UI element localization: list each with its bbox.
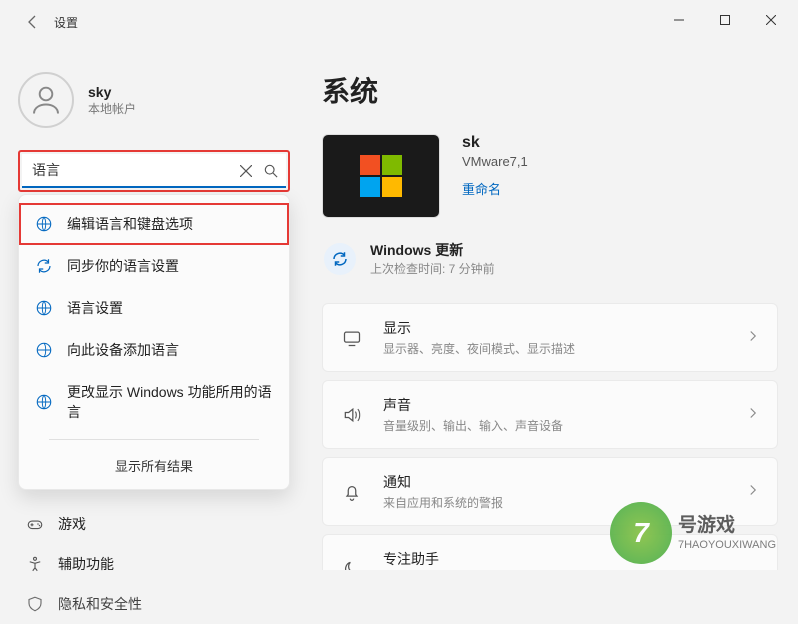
app-title: 设置	[54, 14, 78, 31]
sidebar: sky 本地帐户 编辑语言和键盘选项 同步你的语言设置	[0, 32, 300, 570]
device-thumbnail	[322, 134, 440, 218]
language-keyboard-icon	[35, 215, 53, 233]
search-result-sync-language[interactable]: 同步你的语言设置	[19, 245, 289, 287]
settings-card-display[interactable]: 显示 显示器、亮度、夜间模式、显示描述	[322, 303, 778, 372]
moon-icon	[341, 558, 363, 571]
search-results-dropdown: 编辑语言和键盘选项 同步你的语言设置 语言设置 向此设备添加语言 更改显示 Wi…	[18, 194, 290, 490]
card-title: 显示	[383, 318, 727, 338]
sidebar-item-label: 辅助功能	[58, 554, 114, 574]
device-info: sk VMware7,1 重命名	[322, 134, 778, 218]
chevron-right-icon	[747, 329, 759, 347]
update-subtitle: 上次检查时间: 7 分钟前	[370, 260, 495, 277]
sidebar-item-gaming[interactable]: 游戏	[18, 504, 290, 544]
language-display-icon	[35, 393, 53, 411]
sound-icon	[341, 404, 363, 426]
display-icon	[341, 327, 363, 349]
sidebar-item-accessibility[interactable]: 辅助功能	[18, 544, 290, 584]
user-subtitle: 本地帐户	[88, 100, 136, 117]
clear-icon[interactable]	[240, 165, 252, 177]
update-title: Windows 更新	[370, 240, 495, 260]
shield-icon	[26, 595, 44, 613]
search-result-edit-language-keyboard[interactable]: 编辑语言和键盘选项	[19, 203, 289, 245]
card-title: 通知	[383, 472, 727, 492]
sidebar-item-privacy[interactable]: 隐私和安全性	[18, 584, 290, 624]
card-subtitle: 显示器、亮度、夜间模式、显示描述	[383, 340, 727, 357]
language-icon	[35, 299, 53, 317]
settings-card-notifications[interactable]: 通知 来自应用和系统的警报	[322, 457, 778, 526]
card-subtitle: 来自应用和系统的警报	[383, 494, 727, 511]
search-box-highlight	[18, 150, 290, 192]
search-result-change-display-language[interactable]: 更改显示 Windows 功能所用的语言	[19, 371, 289, 433]
accessibility-icon	[26, 555, 44, 573]
avatar	[18, 72, 74, 128]
card-subtitle: 音量级别、输出、输入、声音设备	[383, 417, 727, 434]
search-result-add-language[interactable]: 向此设备添加语言	[19, 329, 289, 371]
divider	[49, 439, 259, 440]
bell-icon	[341, 481, 363, 503]
settings-card-focus-assist[interactable]: 专注助手 通知、自动规则	[322, 534, 778, 570]
search-result-label: 语言设置	[67, 298, 273, 318]
search-result-label: 同步你的语言设置	[67, 256, 273, 276]
show-all-results[interactable]: 显示所有结果	[19, 446, 289, 483]
sync-icon	[35, 257, 53, 275]
search-result-label: 向此设备添加语言	[67, 340, 273, 360]
chevron-right-icon	[747, 483, 759, 501]
search-input[interactable]	[32, 162, 228, 178]
gamepad-icon	[26, 515, 44, 533]
update-icon	[324, 243, 356, 275]
language-add-icon	[35, 341, 53, 359]
main-content: 系统 sk VMware7,1 重命名 Windows 更新 上次检查时间: 7…	[300, 32, 798, 570]
user-block[interactable]: sky 本地帐户	[18, 72, 290, 128]
search-result-language-settings[interactable]: 语言设置	[19, 287, 289, 329]
chevron-right-icon	[747, 406, 759, 424]
sidebar-item-label: 游戏	[58, 514, 86, 534]
windows-update-row[interactable]: Windows 更新 上次检查时间: 7 分钟前	[322, 240, 778, 277]
page-title: 系统	[322, 70, 778, 110]
settings-card-sound[interactable]: 声音 音量级别、输出、输入、声音设备	[322, 380, 778, 449]
search-result-label: 更改显示 Windows 功能所用的语言	[67, 382, 273, 422]
search-result-label: 编辑语言和键盘选项	[67, 214, 273, 234]
sidebar-item-label: 隐私和安全性	[58, 594, 142, 614]
user-name: sky	[88, 84, 136, 100]
device-name: sk	[462, 134, 528, 152]
card-title: 声音	[383, 395, 727, 415]
card-title: 专注助手	[383, 549, 759, 569]
device-model: VMware7,1	[462, 154, 528, 169]
search-icon[interactable]	[264, 164, 278, 178]
rename-link[interactable]: 重命名	[462, 179, 528, 198]
